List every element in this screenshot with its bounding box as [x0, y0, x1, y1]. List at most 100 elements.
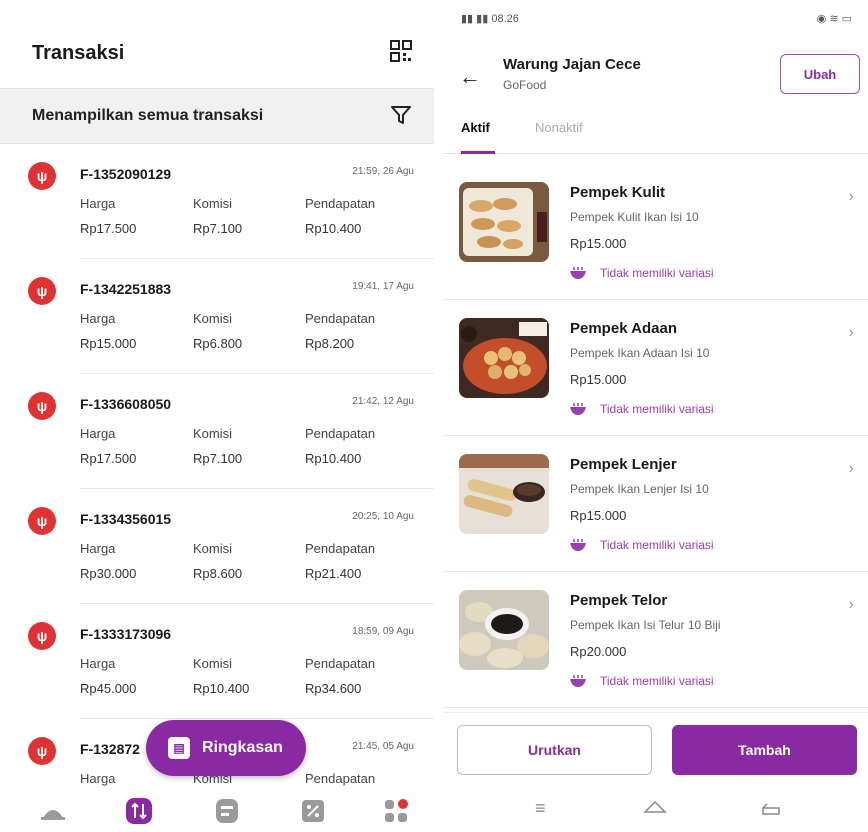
- qr-code-icon[interactable]: [390, 40, 412, 62]
- pendapatan-value: Rp10.400: [305, 451, 362, 466]
- product-item[interactable]: Pempek Adaan Pempek Ikan Adaan Isi 10 Rp…: [443, 300, 868, 436]
- back-arrow-icon[interactable]: ←: [459, 64, 481, 90]
- bowl-icon: [570, 267, 586, 279]
- transaction-row[interactable]: ψ F-1342251883 19:41, 17 Agu Harga Komis…: [0, 259, 434, 374]
- transaction-id: F-1352090129: [80, 166, 172, 182]
- harga-label: Harga: [80, 656, 116, 671]
- product-price: Rp15.000: [570, 372, 627, 387]
- komisi-label: Komisi: [193, 196, 233, 211]
- status-time: ▮▮ ▮▮ 08.26: [461, 12, 519, 25]
- transactions-icon[interactable]: [124, 796, 154, 826]
- komisi-value: Rp6.800: [193, 336, 243, 351]
- transaction-id: F-1336608050: [80, 396, 172, 412]
- system-nav-bar: ≡: [443, 790, 868, 832]
- harga-label: Harga: [80, 541, 116, 556]
- pendapatan-label: Pendapatan: [305, 541, 376, 556]
- ringkasan-button[interactable]: ▤ Ringkasan: [146, 720, 306, 776]
- tambah-button[interactable]: Tambah: [672, 725, 857, 775]
- tab-nonaktif[interactable]: Nonaktif: [535, 120, 583, 135]
- transaction-row[interactable]: ψ F-1334356015 20:25, 10 Agu Harga Komis…: [0, 489, 434, 604]
- harga-value: Rp30.000: [80, 566, 137, 581]
- chevron-right-icon[interactable]: ›: [849, 460, 854, 478]
- komisi-value: Rp7.100: [193, 451, 243, 466]
- bottom-nav: [0, 790, 434, 832]
- transaction-id: F-1333173096: [80, 626, 172, 642]
- store-name: Warung Jajan Cece: [503, 56, 641, 73]
- chevron-right-icon[interactable]: ›: [849, 596, 854, 614]
- store-service: GoFood: [503, 78, 547, 92]
- variant-label: Tidak memiliki variasi: [600, 266, 714, 280]
- transaction-time: 21:45, 05 Agu: [352, 741, 414, 752]
- orders-icon[interactable]: [212, 796, 242, 826]
- product-name: Pempek Adaan: [570, 320, 677, 337]
- product-item[interactable]: Pempek Kulit Pempek Kulit Ikan Isi 10 Rp…: [443, 164, 868, 300]
- pendapatan-value: Rp8.200: [305, 336, 355, 351]
- product-item[interactable]: Pempek Telor Pempek Ikan Isi Telur 10 Bi…: [443, 572, 868, 708]
- product-description: Pempek Ikan Lenjer Isi 10: [570, 482, 709, 496]
- food-icon: ψ: [28, 622, 56, 650]
- transaction-time: 18:59, 09 Agu: [352, 626, 414, 637]
- menu-grid-icon[interactable]: [382, 796, 412, 826]
- transaction-id: F-1342251883: [80, 281, 172, 297]
- filter-label: Menampilkan semua transaksi: [32, 107, 264, 124]
- komisi-value: Rp8.600: [193, 566, 243, 581]
- variant-info: Tidak memiliki variasi: [570, 674, 714, 688]
- transaction-id: F-1334356015: [80, 511, 172, 527]
- komisi-label: Komisi: [193, 541, 233, 556]
- filter-bar[interactable]: Menampilkan semua transaksi: [0, 88, 434, 144]
- pendapatan-value: Rp10.400: [305, 221, 362, 236]
- signal-icon: ▮▮ ▮▮: [461, 13, 492, 25]
- transaction-id: F-132872: [80, 741, 140, 757]
- product-image: [459, 454, 549, 534]
- pendapatan-value: Rp21.400: [305, 566, 362, 581]
- food-icon: ψ: [28, 277, 56, 305]
- home-icon[interactable]: [38, 796, 68, 826]
- ringkasan-label: Ringkasan: [202, 739, 283, 756]
- transaction-row[interactable]: ψ F-1333173096 18:59, 09 Agu Harga Komis…: [0, 604, 434, 719]
- variant-info: Tidak memiliki variasi: [570, 402, 714, 416]
- harga-label: Harga: [80, 311, 116, 326]
- komisi-label: Komisi: [193, 656, 233, 671]
- summary-chart-icon: ▤: [168, 737, 190, 759]
- urutkan-button[interactable]: Urutkan: [457, 725, 652, 775]
- food-icon: ψ: [28, 392, 56, 420]
- product-list: Pempek Kulit Pempek Kulit Ikan Isi 10 Rp…: [443, 164, 868, 708]
- product-name: Pempek Lenjer: [570, 456, 677, 473]
- tab-aktif[interactable]: Aktif: [461, 120, 490, 135]
- recent-apps-icon[interactable]: ≡: [535, 798, 546, 819]
- food-icon: ψ: [28, 162, 56, 190]
- product-description: Pempek Ikan Isi Telur 10 Biji: [570, 618, 721, 632]
- back-button-icon[interactable]: [761, 798, 783, 821]
- store-header: ← Warung Jajan Cece GoFood Ubah: [443, 36, 868, 106]
- filter-icon[interactable]: [390, 104, 412, 126]
- panel-gap: [434, 0, 443, 832]
- bowl-icon: [570, 539, 586, 551]
- transactions-screen: Transaksi Menampilkan semua transaksi ψ …: [0, 0, 434, 832]
- transaction-row[interactable]: ψ F-1336608050 21:42, 12 Agu Harga Komis…: [0, 374, 434, 489]
- tab-indicator: [461, 151, 495, 154]
- harga-label: Harga: [80, 771, 116, 786]
- pendapatan-label: Pendapatan: [305, 196, 376, 211]
- harga-value: Rp17.500: [80, 221, 137, 236]
- product-image: [459, 318, 549, 398]
- product-description: Pempek Kulit Ikan Isi 10: [570, 210, 699, 224]
- chevron-right-icon[interactable]: ›: [849, 324, 854, 342]
- product-price: Rp15.000: [570, 508, 627, 523]
- pendapatan-label: Pendapatan: [305, 426, 376, 441]
- komisi-label: Komisi: [193, 426, 233, 441]
- battery-icon: ◉ ≋ ▭: [816, 13, 852, 25]
- home-button-icon[interactable]: [643, 798, 667, 821]
- chevron-right-icon[interactable]: ›: [849, 188, 854, 206]
- bowl-icon: [570, 403, 586, 415]
- clock: 08.26: [491, 13, 519, 25]
- product-price: Rp15.000: [570, 236, 627, 251]
- product-item[interactable]: Pempek Lenjer Pempek Ikan Lenjer Isi 10 …: [443, 436, 868, 572]
- komisi-label: Komisi: [193, 311, 233, 326]
- pendapatan-value: Rp34.600: [305, 681, 362, 696]
- status-bar: ▮▮ ▮▮ 08.26 ◉ ≋ ▭: [443, 0, 868, 36]
- ubah-button[interactable]: Ubah: [780, 54, 860, 94]
- promo-icon[interactable]: [298, 796, 328, 826]
- pendapatan-label: Pendapatan: [305, 311, 376, 326]
- harga-value: Rp17.500: [80, 451, 137, 466]
- transaction-row[interactable]: ψ F-1352090129 21:59, 26 Agu Harga Komis…: [0, 144, 434, 259]
